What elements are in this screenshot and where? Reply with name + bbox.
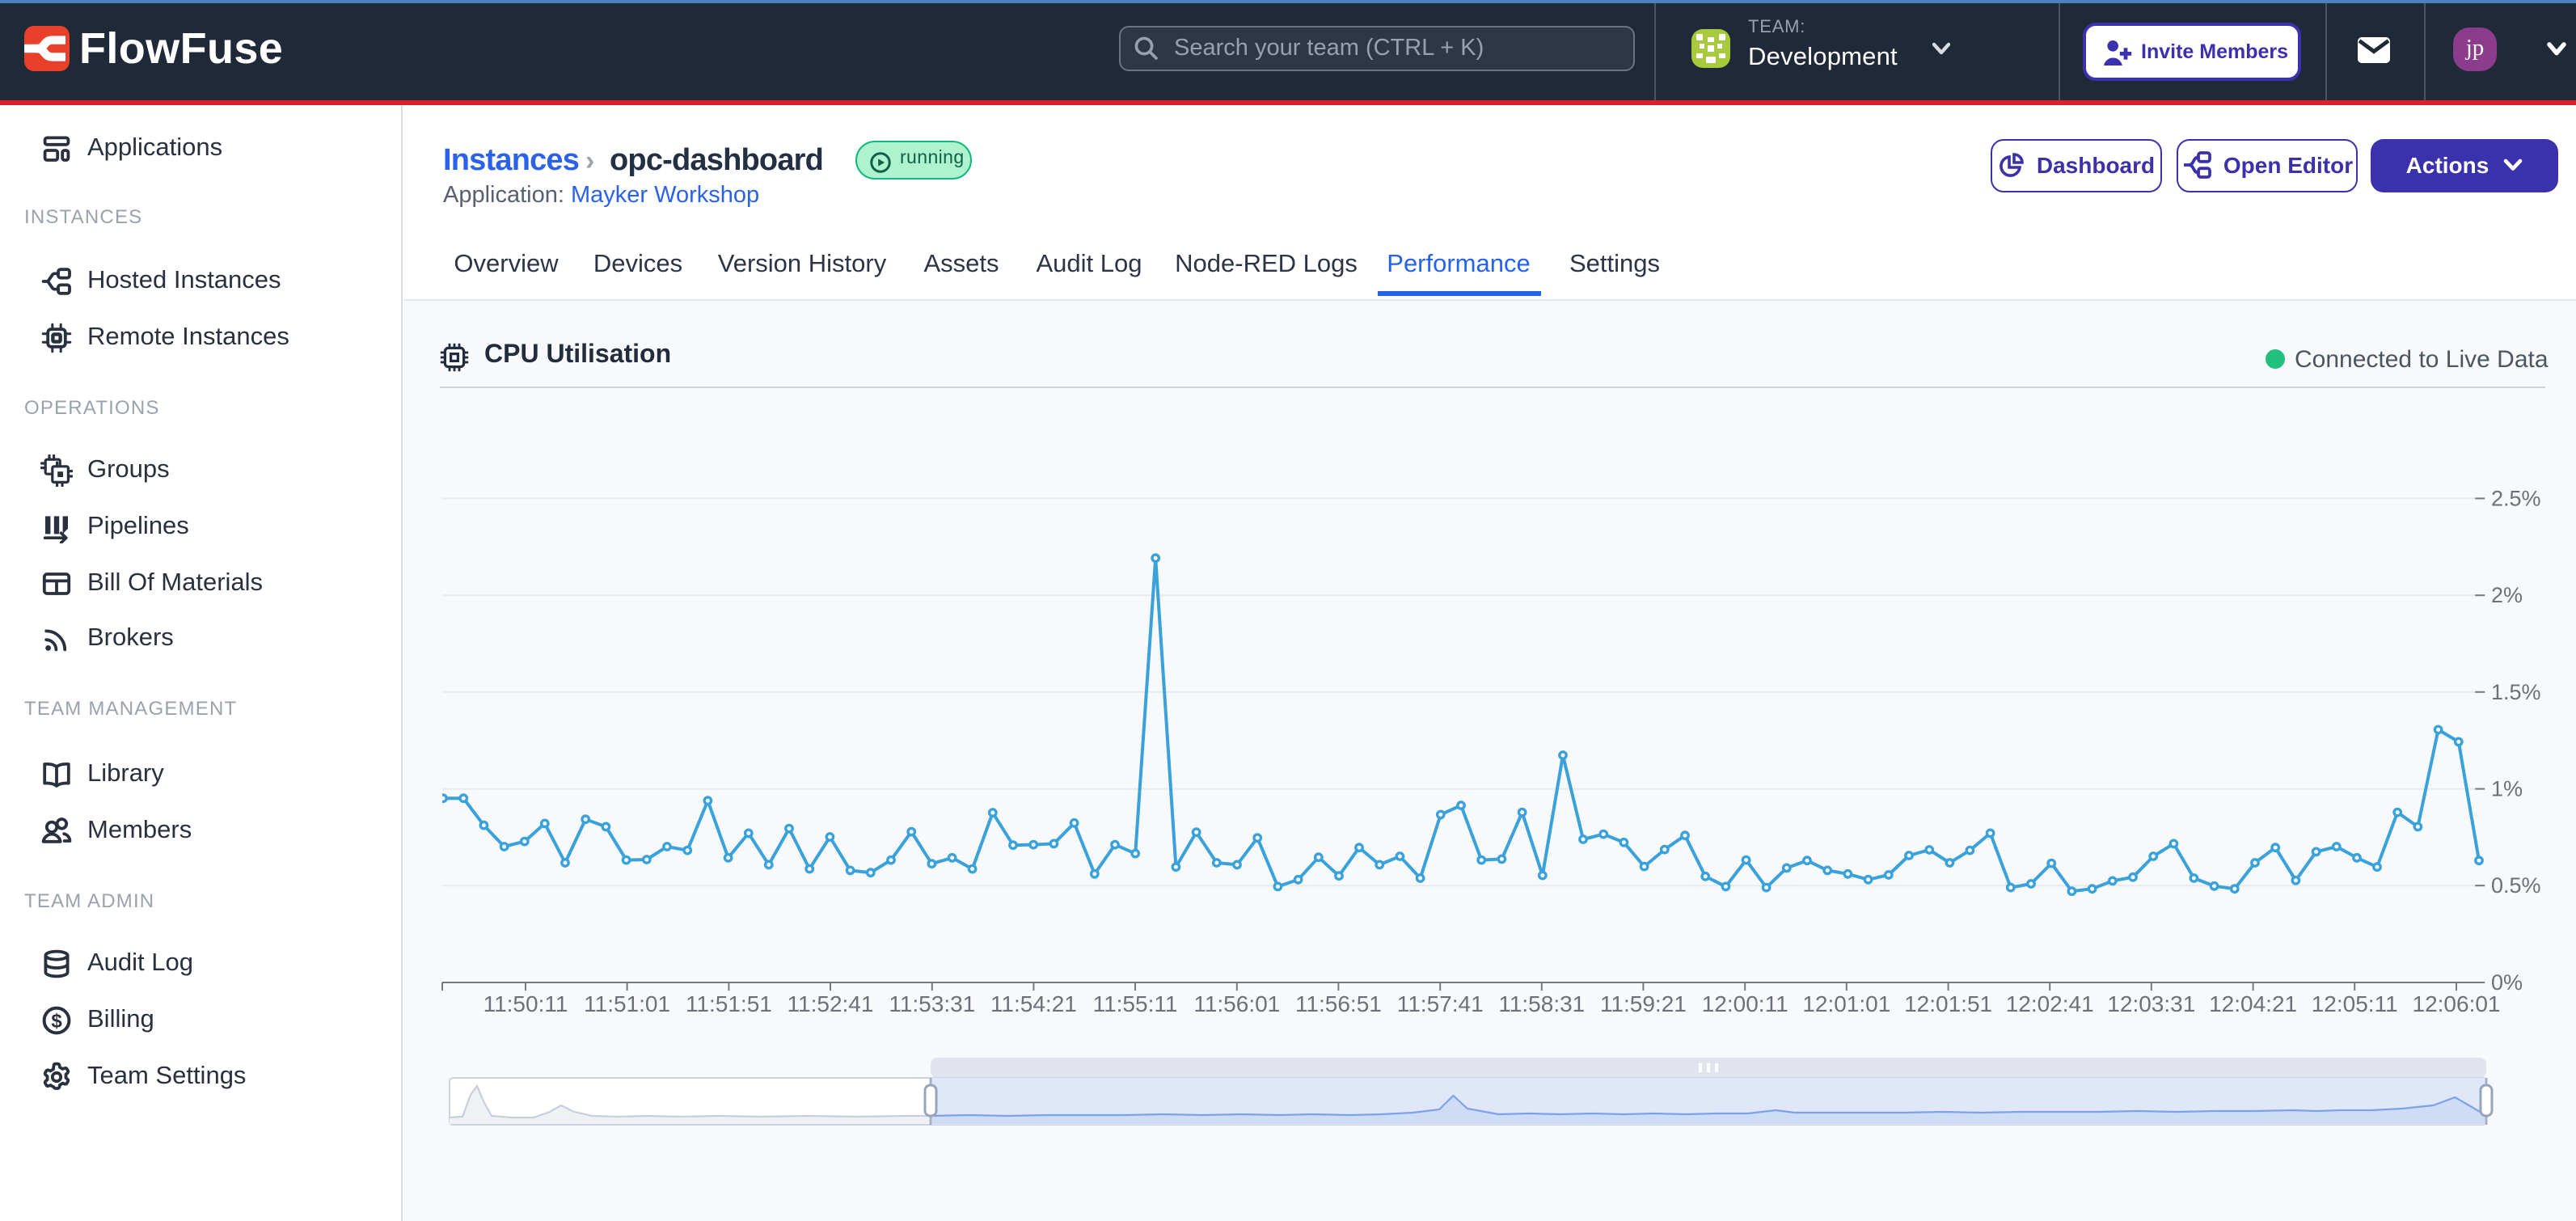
svg-text:12:05:11: 12:05:11 bbox=[2312, 991, 2398, 1016]
svg-text:0.5%: 0.5% bbox=[2491, 873, 2541, 898]
svg-text:11:56:51: 11:56:51 bbox=[1295, 991, 1382, 1016]
svg-text:12:01:01: 12:01:01 bbox=[1802, 991, 1890, 1016]
svg-text:12:00:11: 12:00:11 bbox=[1702, 991, 1788, 1016]
svg-text:11:51:51: 11:51:51 bbox=[686, 991, 772, 1016]
svg-text:11:54:21: 11:54:21 bbox=[990, 991, 1077, 1016]
svg-text:11:58:31: 11:58:31 bbox=[1498, 991, 1585, 1016]
svg-text:12:06:01: 12:06:01 bbox=[2413, 991, 2501, 1016]
svg-text:0%: 0% bbox=[2491, 970, 2523, 995]
svg-text:11:59:21: 11:59:21 bbox=[1600, 991, 1687, 1016]
svg-text:11:52:41: 11:52:41 bbox=[788, 991, 874, 1016]
svg-text:11:50:11: 11:50:11 bbox=[484, 991, 568, 1016]
svg-text:11:57:41: 11:57:41 bbox=[1397, 991, 1484, 1016]
svg-text:2.5%: 2.5% bbox=[2491, 486, 2541, 510]
svg-text:11:55:11: 11:55:11 bbox=[1093, 991, 1178, 1016]
svg-text:1%: 1% bbox=[2491, 777, 2523, 801]
svg-text:12:01:51: 12:01:51 bbox=[1904, 991, 1992, 1016]
svg-text:11:56:01: 11:56:01 bbox=[1193, 991, 1280, 1016]
svg-text:12:04:21: 12:04:21 bbox=[2209, 991, 2297, 1016]
svg-text:12:03:31: 12:03:31 bbox=[2107, 991, 2195, 1016]
svg-text:2%: 2% bbox=[2491, 583, 2523, 607]
svg-text:11:51:01: 11:51:01 bbox=[584, 991, 670, 1016]
svg-text:11:53:31: 11:53:31 bbox=[889, 991, 975, 1016]
svg-text:1.5%: 1.5% bbox=[2491, 680, 2541, 704]
svg-text:12:02:41: 12:02:41 bbox=[2006, 991, 2094, 1016]
